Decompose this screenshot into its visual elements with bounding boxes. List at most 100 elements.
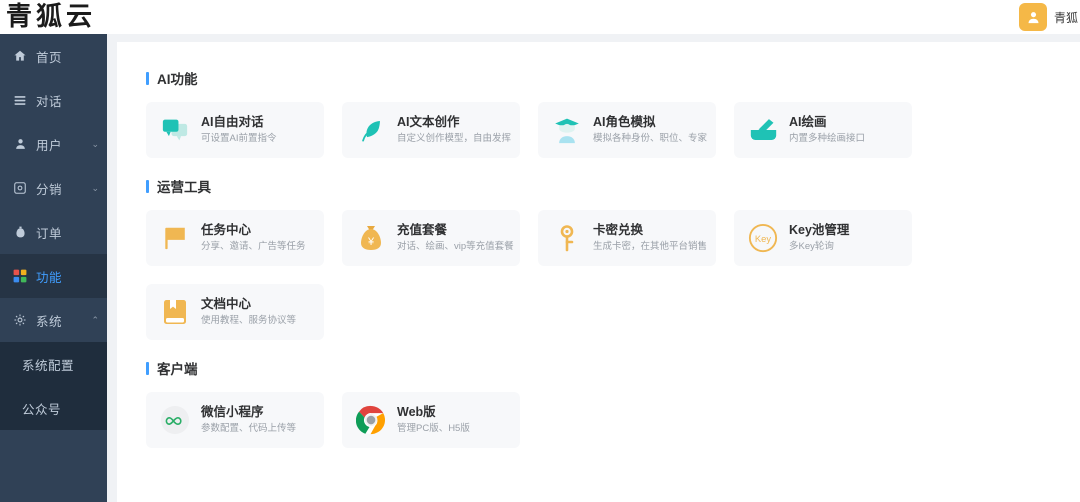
card-title: AI自由对话 [201, 115, 264, 129]
card-text: 卡密兑换 生成卡密，在其他平台销售 [593, 222, 707, 254]
card-subtitle: 可设置AI前置指令 [201, 133, 277, 144]
sidebar-item-chat[interactable]: 对话 [0, 78, 107, 122]
section-ai-features: AI功能 AI自由对话 可设置AI前置指令 AI文本创作 自定义创作模型，自由发… [146, 68, 1080, 158]
card-subtitle: 内置多种绘画接口 [789, 133, 866, 144]
section-title: AI功能 [146, 68, 1080, 88]
card-grid: 任务中心 分享、邀请、广告等任务 ¥ 充值套餐 对话、绘画、vip等充值套餐 卡… [146, 210, 946, 340]
wechat-miniprogram-icon [160, 405, 190, 435]
chat-bubble-icon [160, 115, 190, 145]
chrome-browser-icon [356, 405, 386, 435]
graduate-person-icon [552, 115, 582, 145]
section-title-label: 客户端 [157, 362, 198, 377]
card-recharge-package[interactable]: ¥ 充值套餐 对话、绘画、vip等充值套餐 [342, 210, 520, 266]
sidebar-subitem-system-config[interactable]: 系统配置 [0, 342, 107, 386]
sidebar-item-home[interactable]: 首页 [0, 34, 107, 78]
avatar[interactable] [1019, 3, 1047, 31]
sidebar-item-label: 分销 [36, 182, 63, 197]
sidebar-item-label: 系统 [36, 314, 63, 329]
section-operation-tools: 运营工具 任务中心 分享、邀请、广告等任务 ¥ 充值套餐 对话、绘画、vip等充… [146, 176, 1080, 340]
flag-icon [160, 223, 190, 253]
card-subtitle: 生成卡密，在其他平台销售 [593, 241, 708, 252]
svg-text:¥: ¥ [367, 236, 375, 248]
card-text: Key池管理 多Key轮询 [789, 222, 849, 254]
sidebar-item-label: 首页 [36, 50, 63, 65]
card-text: 文档中心 使用教程、服务协议等 [201, 296, 296, 328]
section-title-label: 运营工具 [157, 180, 211, 195]
top-bar: 青狐云 青狐 [0, 0, 1080, 34]
content-panel: AI功能 AI自由对话 可设置AI前置指令 AI文本创作 自定义创作模型，自由发… [117, 42, 1080, 502]
card-subtitle: 管理PC版、H5版 [397, 423, 470, 434]
card-grid: 微信小程序 参数配置、代码上传等 Web版 管理PC版、H5版 [146, 392, 946, 448]
main-area: AI功能 AI自由对话 可设置AI前置指令 AI文本创作 自定义创作模型，自由发… [107, 34, 1080, 502]
card-title: 微信小程序 [201, 405, 264, 419]
sidebar-subitem-official-account[interactable]: 公众号 [0, 386, 107, 430]
chevron-down-icon: ⌄ [91, 138, 99, 149]
card-key-pool-management[interactable]: Key Key池管理 多Key轮询 [734, 210, 912, 266]
paint-brush-icon [748, 115, 778, 145]
card-text: 充值套餐 对话、绘画、vip等充值套餐 [397, 222, 514, 254]
gear-icon [12, 312, 28, 328]
card-document-center[interactable]: 文档中心 使用教程、服务协议等 [146, 284, 324, 340]
brand-logo[interactable]: 青狐云 [0, 2, 96, 32]
card-title: 任务中心 [201, 223, 252, 237]
key-icon [552, 223, 582, 253]
card-title: 文档中心 [201, 297, 252, 311]
svg-text:Key: Key [755, 234, 771, 244]
sidebar-item-user[interactable]: 用户 ⌄ [0, 122, 107, 166]
card-ai-role-play[interactable]: AI角色模拟 模拟各种身份、职位、专家 [538, 102, 716, 158]
home-icon [12, 48, 28, 64]
card-text: AI文本创作 自定义创作模型，自由发挥 [397, 114, 511, 146]
section-accent-bar [146, 71, 149, 85]
card-title: AI绘画 [789, 115, 827, 129]
card-text: AI自由对话 可设置AI前置指令 [201, 114, 276, 146]
section-title-label: AI功能 [157, 72, 198, 87]
card-text: 任务中心 分享、邀请、广告等任务 [201, 222, 306, 254]
card-title: AI文本创作 [397, 115, 460, 129]
card-title: Key池管理 [789, 223, 850, 237]
card-ai-painting[interactable]: AI绘画 内置多种绘画接口 [734, 102, 912, 158]
card-title: AI角色模拟 [593, 115, 656, 129]
card-wechat-miniprogram[interactable]: 微信小程序 参数配置、代码上传等 [146, 392, 324, 448]
card-subtitle: 使用教程、服务协议等 [201, 315, 297, 326]
sidebar-item-order[interactable]: 订单 [0, 210, 107, 254]
sidebar-item-label: 对话 [36, 94, 63, 109]
card-title: 充值套餐 [397, 223, 448, 237]
sidebar-item-label: 订单 [36, 226, 63, 241]
card-subtitle: 多Key轮询 [789, 241, 834, 252]
card-subtitle: 分享、邀请、广告等任务 [201, 241, 306, 252]
chevron-down-icon: ⌄ [91, 182, 99, 193]
sidebar-item-system[interactable]: 系统 ⌃ [0, 298, 107, 342]
card-task-center[interactable]: 任务中心 分享、邀请、广告等任务 [146, 210, 324, 266]
distribution-icon [12, 180, 28, 196]
sidebar: 首页 对话 用户 ⌄ 分销 ⌄ 订单 功能 系统 ⌃ 系统配置 公众号 [0, 34, 107, 502]
card-web-version[interactable]: Web版 管理PC版、H5版 [342, 392, 520, 448]
money-bag-icon: ¥ [356, 223, 386, 253]
top-bar-right: 青狐 [1019, 3, 1080, 31]
card-subtitle: 自定义创作模型，自由发挥 [397, 133, 512, 144]
section-accent-bar [146, 361, 149, 375]
username-label: 青狐 [1054, 10, 1079, 25]
card-subtitle: 对话、绘画、vip等充值套餐 [397, 241, 514, 252]
feather-pen-icon [356, 115, 386, 145]
sidebar-item-distribution[interactable]: 分销 ⌄ [0, 166, 107, 210]
order-icon [12, 224, 28, 240]
user-icon [12, 136, 28, 152]
card-title: Web版 [397, 405, 436, 419]
card-card-key-redeem[interactable]: 卡密兑换 生成卡密，在其他平台销售 [538, 210, 716, 266]
sidebar-item-features[interactable]: 功能 [0, 254, 107, 298]
card-text: 微信小程序 参数配置、代码上传等 [201, 404, 296, 436]
chat-list-icon [12, 92, 28, 108]
card-text: Web版 管理PC版、H5版 [397, 404, 470, 436]
card-ai-text-writing[interactable]: AI文本创作 自定义创作模型，自由发挥 [342, 102, 520, 158]
card-title: 卡密兑换 [593, 223, 644, 237]
sidebar-item-label: 用户 [36, 138, 63, 153]
card-grid: AI自由对话 可设置AI前置指令 AI文本创作 自定义创作模型，自由发挥 AI角… [146, 102, 946, 158]
app-root: 青狐云 青狐 首页 对话 用户 ⌄ 分销 ⌄ 订单 功能 系统 ⌃ 系统配置 公… [0, 0, 1080, 502]
book-icon [160, 297, 190, 327]
chevron-up-icon: ⌃ [91, 314, 99, 325]
section-title: 客户端 [146, 358, 1080, 378]
card-ai-free-chat[interactable]: AI自由对话 可设置AI前置指令 [146, 102, 324, 158]
section-clients: 客户端 微信小程序 参数配置、代码上传等 Web版 管理PC版、H5版 [146, 358, 1080, 448]
sidebar-item-label: 功能 [36, 270, 63, 285]
card-text: AI角色模拟 模拟各种身份、职位、专家 [593, 114, 707, 146]
